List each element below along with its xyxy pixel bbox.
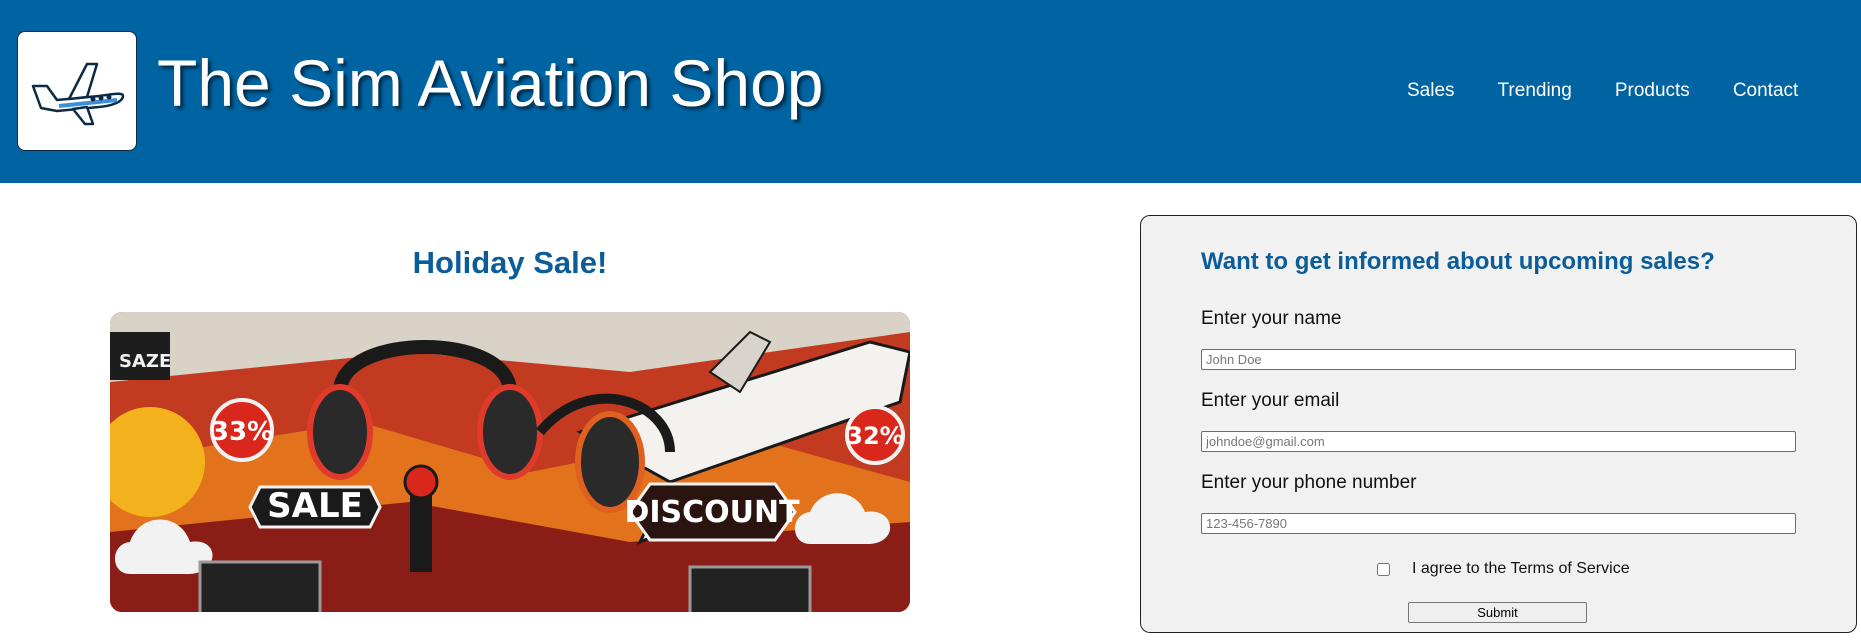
site-title: The Sim Aviation Shop [157, 46, 824, 120]
phone-label: Enter your phone number [1201, 472, 1417, 493]
nav-contact[interactable]: Contact [1733, 80, 1798, 102]
phone-input[interactable] [1201, 513, 1796, 534]
name-input[interactable] [1201, 349, 1796, 370]
banner-badge-right: 32% [846, 422, 903, 450]
terms-row: I agree to the Terms of Service [1377, 559, 1630, 579]
sale-banner-image[interactable]: SAZE 33% 32% SALE DISCOUNT [110, 312, 910, 612]
nav-products[interactable]: Products [1615, 80, 1690, 102]
logo[interactable] [17, 31, 137, 151]
promo-title: Holiday Sale! [412, 245, 608, 280]
name-label: Enter your name [1201, 308, 1342, 329]
terms-checkbox[interactable] [1377, 562, 1390, 576]
banner-sale-sign: SALE [267, 486, 363, 526]
main-nav: Sales Trending Products Contact [1407, 80, 1841, 102]
terms-label: I agree to the Terms of Service [1412, 560, 1630, 577]
banner-corner-tag: SAZE [119, 351, 171, 372]
banner-badge-left: 33% [211, 417, 273, 447]
signup-title: Want to get informed about upcoming sale… [1201, 248, 1715, 275]
site-header: The Sim Aviation Shop Sales Trending Pro… [0, 0, 1861, 183]
banner-discount-sign: DISCOUNT [624, 495, 800, 530]
email-label: Enter your email [1201, 390, 1340, 411]
email-input[interactable] [1201, 431, 1796, 452]
submit-button[interactable]: Submit [1408, 602, 1587, 623]
airplane-icon [31, 62, 125, 126]
nav-sales[interactable]: Sales [1407, 80, 1455, 102]
signup-form-panel: Want to get informed about upcoming sale… [1140, 215, 1857, 633]
nav-trending[interactable]: Trending [1498, 80, 1572, 102]
